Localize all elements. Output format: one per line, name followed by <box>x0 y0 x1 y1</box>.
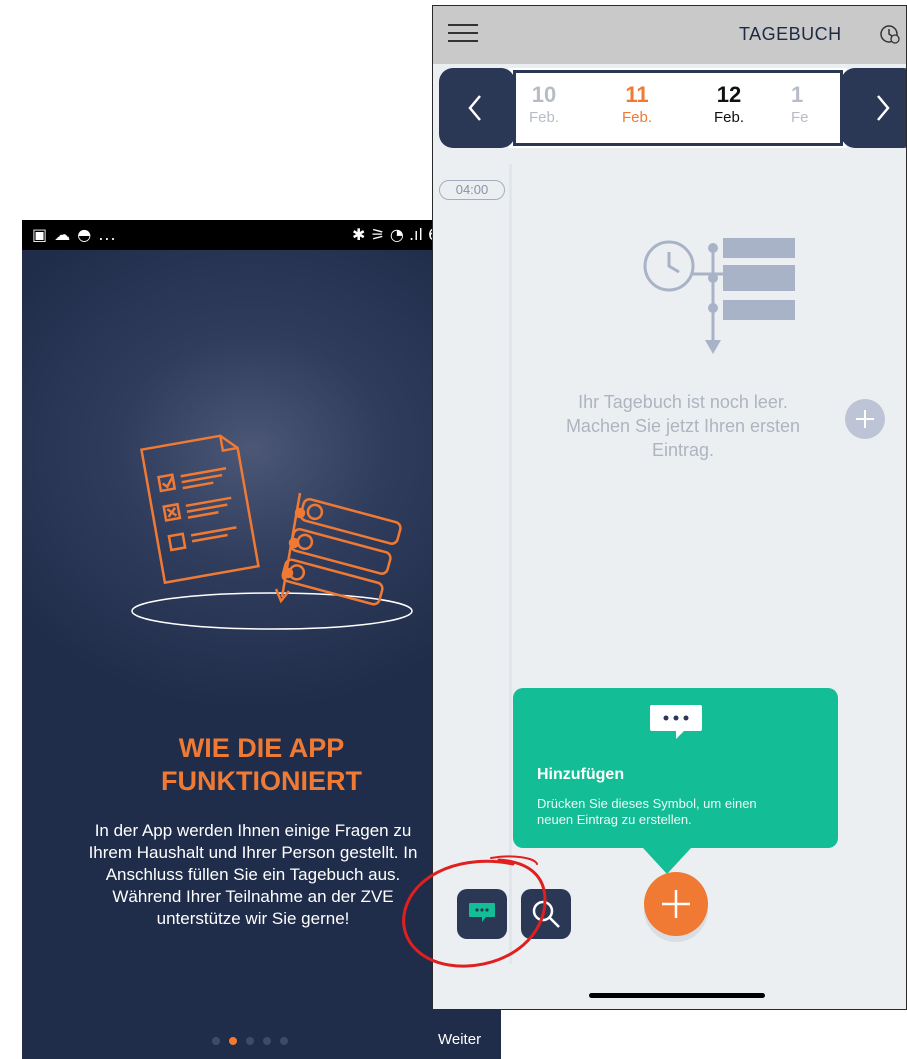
title-line: FUNKTIONIERT <box>161 766 362 796</box>
page-title: TAGEBUCH <box>739 24 842 44</box>
diary-screen: TAGEBUCH 10 Feb. 11 Feb. 12 Feb. 1 Fe 04… <box>432 5 907 1010</box>
page-dot[interactable] <box>212 1037 220 1045</box>
body-line: Anschluss füllen Sie ein Tagebuch aus. <box>105 865 401 884</box>
empty-state-message: Ihr Tagebuch ist noch leer. Machen Sie j… <box>533 390 833 462</box>
top-navigation-bar: TAGEBUCH <box>433 6 906 64</box>
android-status-bar: ▣ ☁ ◓ ... ✱ ⚞ ◔ .ıl 63% <box>22 220 501 250</box>
onboarding-description: In der App werden Ihnen einige Fragen zu… <box>44 820 462 930</box>
add-entry-inline-button[interactable] <box>845 399 885 439</box>
chevron-left-icon <box>468 95 481 121</box>
page-dot[interactable] <box>246 1037 254 1045</box>
page-dot[interactable] <box>263 1037 271 1045</box>
body-line: Während Ihrer Teilnahme an der ZVE <box>112 887 394 906</box>
time-label: 04:00 <box>439 180 505 200</box>
empty-line: Machen Sie jetzt Ihren ersten <box>565 416 801 436</box>
timeline-track <box>509 164 512 964</box>
onboarding-tooltip: Hinzufügen Drücken Sie dieses Symbol, um… <box>513 688 838 848</box>
page-dot-active[interactable] <box>229 1037 237 1045</box>
tooltip-line: Drücken Sie dieses Symbol, um einen <box>537 796 757 811</box>
onboarding-screen: ▣ ☁ ◓ ... ✱ ⚞ ◔ .ıl 63% WIE DIE APP FUNK… <box>22 220 501 1059</box>
empty-diary-icon <box>643 238 795 354</box>
tooltip-pointer <box>643 848 691 874</box>
empty-line: Ihr Tagebuch ist noch leer. <box>578 392 788 412</box>
selected-week-frame <box>513 70 843 146</box>
tooltip-text: Drücken Sie dieses Symbol, um einen neue… <box>537 796 827 828</box>
background-glow <box>22 250 501 1059</box>
screenshot-collage: ▣ ☁ ◓ ... ✱ ⚞ ◔ .ıl 63% WIE DIE APP FUNK… <box>0 0 907 1059</box>
page-dot[interactable] <box>280 1037 288 1045</box>
home-indicator[interactable] <box>589 993 765 998</box>
chat-entry-button[interactable] <box>457 889 507 939</box>
plus-icon <box>856 410 874 428</box>
search-icon <box>532 900 560 928</box>
diary-checklist-illustration <box>131 434 413 630</box>
chat-bubble-icon <box>650 705 702 739</box>
body-line: In der App werden Ihnen einige Fragen zu <box>94 821 412 840</box>
next-button[interactable]: Weiter <box>438 1031 481 1048</box>
chat-bubble-icon <box>469 903 495 922</box>
status-notification-icons: ▣ ☁ ◓ ... <box>32 225 117 244</box>
body-line: Ihrem Haushalt und Ihrer Person gestellt… <box>88 843 418 862</box>
next-date-button[interactable] <box>841 68 906 148</box>
hamburger-icon[interactable] <box>448 24 478 44</box>
body-line: unterstütze wir Sie gerne! <box>156 909 350 928</box>
empty-line: Eintrag. <box>651 440 715 460</box>
page-indicator[interactable] <box>212 1037 288 1047</box>
onboarding-title: WIE DIE APP FUNKTIONIERT <box>22 732 501 798</box>
search-button[interactable] <box>521 889 571 939</box>
chevron-right-icon <box>877 95 890 121</box>
tooltip-line: neuen Eintrag zu erstellen. <box>537 812 692 827</box>
add-entry-fab[interactable] <box>644 872 708 936</box>
tooltip-title: Hinzufügen <box>537 766 625 783</box>
clock-settings-icon[interactable] <box>879 23 901 45</box>
plus-icon <box>662 890 690 918</box>
date-selector: 10 Feb. 11 Feb. 12 Feb. 1 Fe <box>439 68 906 148</box>
previous-date-button[interactable] <box>439 68 515 148</box>
title-line: WIE DIE APP <box>178 733 345 763</box>
